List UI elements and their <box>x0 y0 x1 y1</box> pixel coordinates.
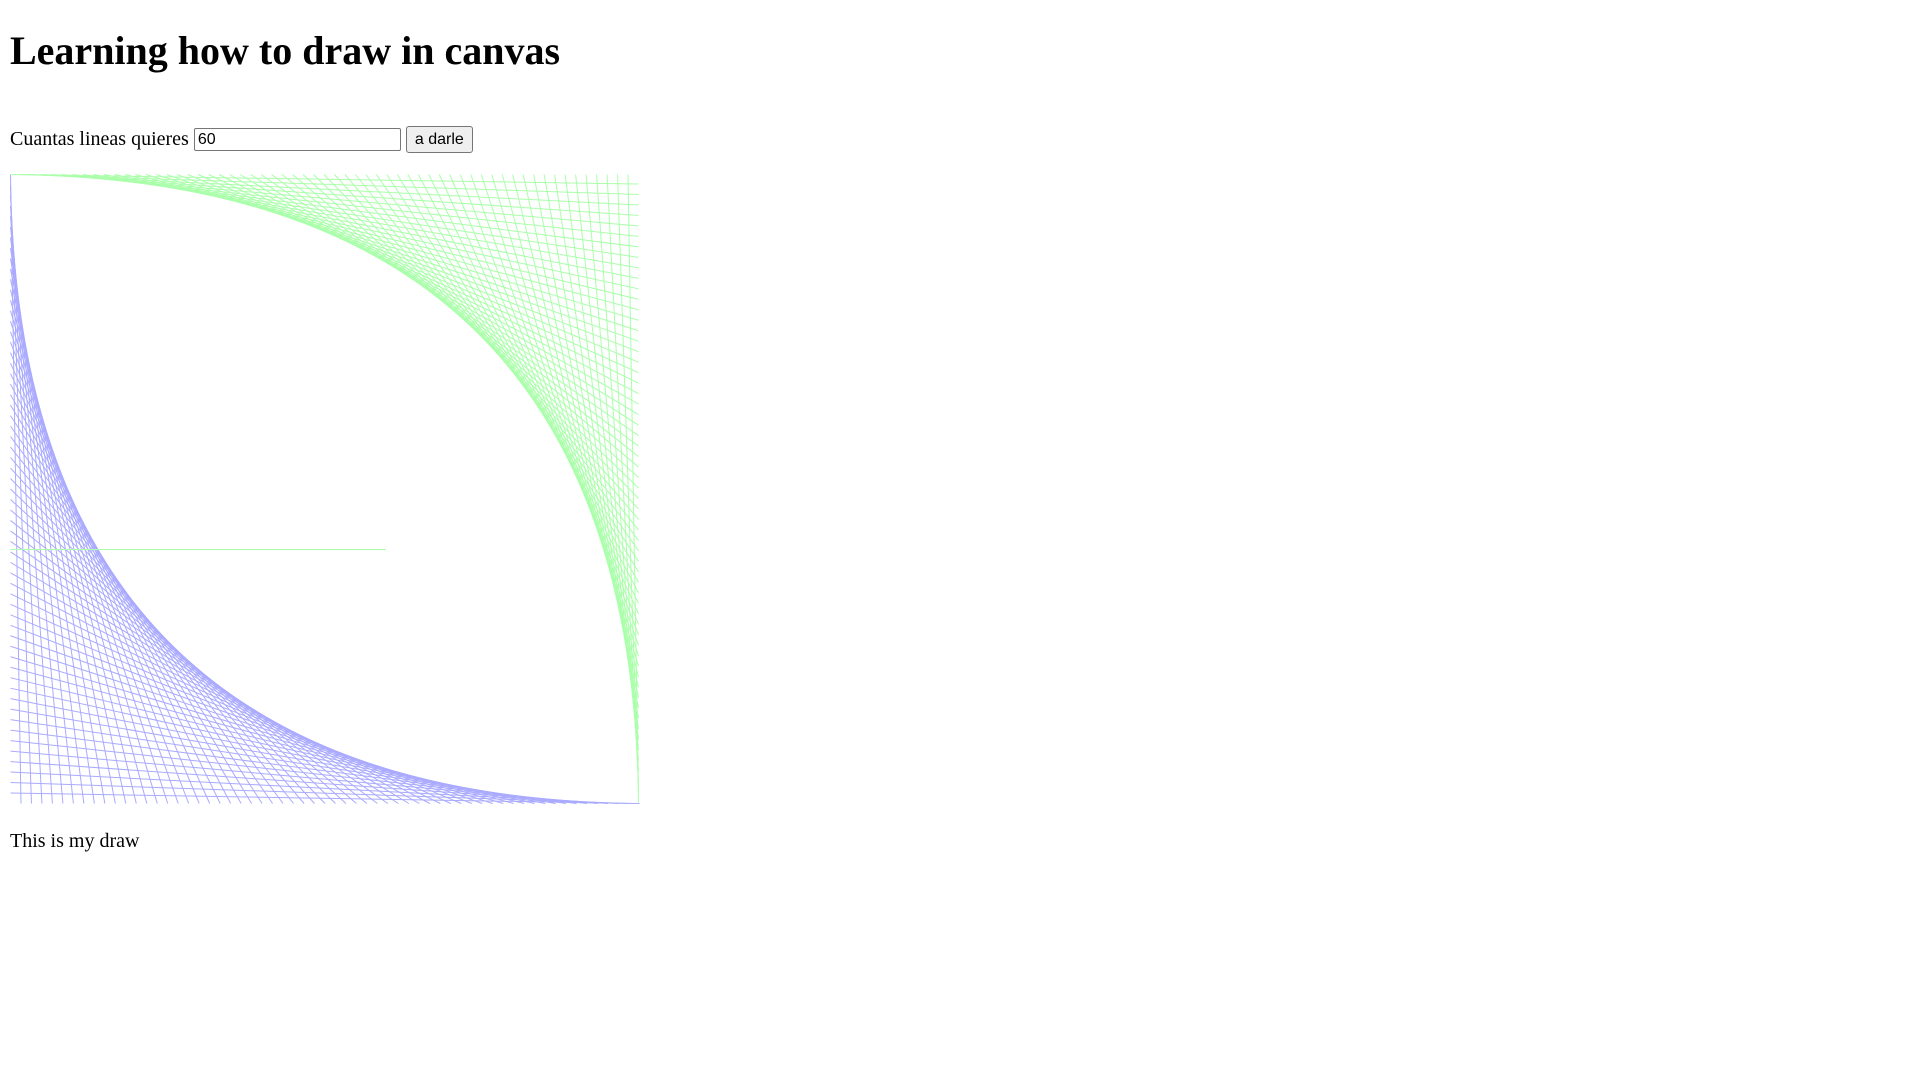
blue-line <box>10 499 347 804</box>
green-line <box>271 174 639 447</box>
green-line <box>250 174 639 426</box>
green-line <box>302 174 639 478</box>
blue-line <box>10 362 211 804</box>
green-line <box>239 174 639 416</box>
green-line <box>501 174 639 677</box>
page-title: Learning how to draw in canvas <box>10 28 561 73</box>
page: Learning how to draw in canvas Cuantas l… <box>0 0 1920 853</box>
green-line <box>438 174 639 615</box>
green-line <box>376 174 639 552</box>
blue-line <box>10 520 368 804</box>
green-line <box>428 174 639 604</box>
green-line <box>61 174 639 237</box>
blue-line <box>10 530 378 804</box>
drawing-svg <box>10 174 640 804</box>
green-line <box>208 174 639 384</box>
lines-count-input[interactable] <box>193 128 401 151</box>
green-line <box>522 174 639 698</box>
drawing-canvas <box>10 174 640 804</box>
caption: This is my draw <box>10 830 140 852</box>
controls-row: Cuantas lineas quieres a darle <box>10 126 1910 153</box>
blue-line <box>10 279 127 804</box>
green-line <box>292 174 639 468</box>
green-line <box>229 174 639 405</box>
lines-label: Cuantas lineas quieres <box>10 128 189 150</box>
blue-line <box>10 300 148 804</box>
draw-button[interactable]: a darle <box>405 126 473 153</box>
blue-line <box>10 373 221 804</box>
blue-line <box>10 342 190 804</box>
green-line <box>480 174 639 656</box>
